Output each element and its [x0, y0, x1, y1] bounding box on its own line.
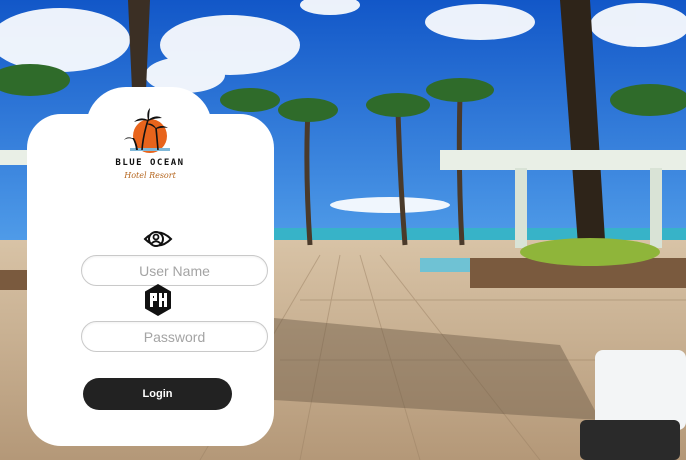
- brand-logo: BLUE OCEAN Hotel Resort: [112, 108, 188, 194]
- login-button[interactable]: Login: [83, 378, 232, 410]
- palm-sunset-logo-icon: [124, 108, 170, 153]
- user-eye-icon: [143, 231, 173, 247]
- brand-name: BLUE OCEAN: [115, 158, 185, 168]
- password-input[interactable]: [81, 321, 268, 352]
- brand-tagline: Hotel Resort: [124, 171, 176, 180]
- username-input[interactable]: [81, 255, 268, 286]
- password-badge-icon: [145, 284, 171, 316]
